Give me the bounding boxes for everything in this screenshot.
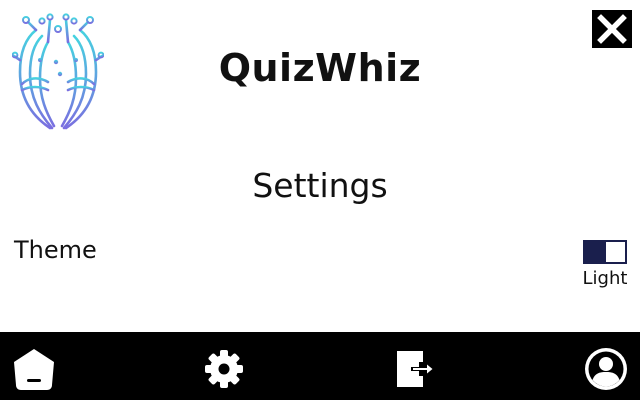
nav-logout-button[interactable]: [393, 347, 437, 391]
app-title: QuizWhiz: [218, 46, 422, 90]
settings-screen: QuizWhiz Settings Theme Light: [0, 0, 640, 400]
nav-home-button[interactable]: [12, 347, 56, 391]
gear-icon: [205, 350, 243, 388]
brain-circuit-logo-icon: [11, 12, 105, 130]
close-icon: [597, 14, 627, 44]
page-title: Settings: [252, 166, 388, 205]
theme-setting-label: Theme: [14, 236, 97, 264]
theme-toggle[interactable]: [583, 240, 627, 264]
toggle-knob: [585, 242, 606, 262]
bottom-navbar: [0, 332, 640, 400]
theme-toggle-state: Light: [582, 268, 628, 289]
logout-icon: [397, 351, 435, 387]
home-icon: [14, 349, 54, 390]
user-profile-icon: [585, 348, 627, 390]
nav-profile-button[interactable]: [584, 347, 628, 391]
nav-settings-button[interactable]: [202, 347, 246, 391]
close-button[interactable]: [592, 10, 632, 48]
